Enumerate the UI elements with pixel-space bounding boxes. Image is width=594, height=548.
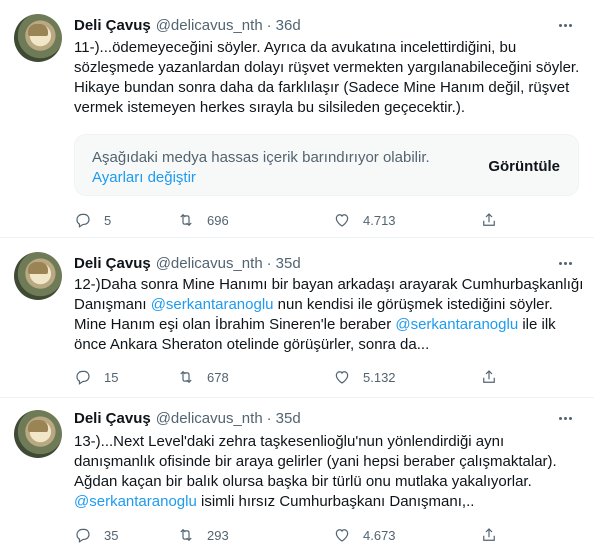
like-count: 4.673 [363,527,396,543]
retweet-button[interactable]: 696 [177,210,229,230]
more-icon[interactable] [554,253,576,273]
text-segment: isimli hırsız Cumhurbaşkanı Danışmanı,.. [196,493,475,510]
reply-count: 5 [104,212,112,228]
share-icon [483,370,495,383]
tweet-text-line: 13-)...Next Level'daki zehra taşkesenlio… [74,432,584,452]
sensitive-media-warning: Aşağıdaki medya hassas içerik barındırıy… [74,134,579,196]
reply-icon [76,370,90,385]
separator: · [266,16,272,34]
text-segment: Danışmanı [74,296,151,313]
warning-message: Aşağıdaki medya hassas içerik barındırıy… [92,149,430,166]
text-segment: vermek istemeyen herkes sırayla bu silsi… [74,99,465,116]
mention-link[interactable]: @serkantaranoglu [74,493,197,510]
tweet-text-line: sözleşmede yazanlardan dolayı rüşvet ver… [74,58,584,78]
text-segment: 12-)Daha sonra Mine Hanımı bir bayan ark… [74,276,584,293]
change-settings-link[interactable]: Ayarları değiştir [92,169,196,186]
separator: · [266,254,272,272]
more-icon[interactable] [554,408,576,428]
text-segment: Mine Hanım eşi olan İbrahim Sineren'le b… [74,316,396,333]
tweet-actions: 5 696 4.713 [74,210,504,230]
tweet-text-line: 11-)...ödemeyeceğini söyler. Ayrıca da a… [74,38,584,58]
tweet-text: 13-)...Next Level'daki zehra taşkesenlio… [74,432,584,512]
timestamp[interactable]: 36d [276,17,301,34]
tweet-text-line: Danışmanı @serkantaranoglu nun kendisi i… [74,295,584,315]
author-handle[interactable]: @delicavus_nth [156,17,263,34]
view-button[interactable]: Görüntüle [488,158,560,175]
author-name[interactable]: Deli Çavuş [74,17,151,34]
text-segment: nun kendisi ile görüşmek istediğini söyl… [273,296,553,313]
text-segment: 11-)...ödemeyeceğini söyler. Ayrıca da a… [74,39,517,56]
tweet-text-line: Ağdan kaçan bir balık olursa başka bir t… [74,472,584,492]
tweet-text: 11-)...ödemeyeceğini söyler. Ayrıca da a… [74,38,584,118]
share-button[interactable] [480,525,498,545]
share-icon [483,213,495,226]
share-button[interactable] [480,210,498,230]
mention-link[interactable]: @serkantaranoglu [151,296,274,313]
reply-count: 15 [104,369,119,385]
avatar[interactable] [14,252,62,300]
tweet-text-line: @serkantaranoglu isimli hırsız Cumhurbaş… [74,492,584,512]
author-handle[interactable]: @delicavus_nth [156,255,263,272]
reply-button[interactable]: 35 [74,525,118,545]
like-count: 5.132 [363,369,396,385]
tweet-text-line: 12-)Daha sonra Mine Hanımı bir bayan ark… [74,275,584,295]
reply-icon [76,213,90,228]
text-segment: sözleşmede yazanlardan dolayı rüşvet ver… [74,59,580,76]
heart-icon [335,529,349,542]
share-button[interactable] [480,367,498,387]
mention-link[interactable]: @serkantaranoglu [395,316,518,333]
tweet-text-line: önce Ankara Sheraton otelinde görüşürler… [74,335,584,355]
author-handle[interactable]: @delicavus_nth [156,410,263,427]
retweet-icon [180,528,192,542]
heart-icon [335,371,349,384]
text-segment: Hikaye bundan sonra daha da farklılaşır … [74,79,570,96]
reply-button[interactable]: 15 [74,367,118,387]
text-segment: 13-)...Next Level'daki zehra taşkesenlio… [74,433,505,450]
avatar[interactable] [14,410,62,458]
tweet-text: 12-)Daha sonra Mine Hanımı bir bayan ark… [74,275,584,355]
retweet-count: 293 [207,527,229,543]
like-button[interactable]: 4.673 [333,525,396,545]
tweet-header: Deli Çavuş @delicavus_nth · 36d [74,15,301,35]
retweet-button[interactable]: 293 [177,525,229,545]
tweet-text-line: Hikaye bundan sonra daha da farklılaşır … [74,78,584,98]
reply-count: 35 [104,527,119,543]
retweet-count: 678 [207,369,229,385]
reply-button[interactable]: 5 [74,210,111,230]
tweet-text-line: vermek istemeyen herkes sırayla bu silsi… [74,98,584,118]
author-name[interactable]: Deli Çavuş [74,255,151,272]
text-segment: Ağdan kaçan bir balık olursa başka bir t… [74,473,532,490]
share-icon [483,528,495,541]
avatar[interactable] [14,14,62,62]
separator: · [266,409,272,427]
reply-icon [76,528,90,543]
text-segment: önce Ankara Sheraton otelinde görüşürler… [74,336,430,353]
tweet-actions: 35 293 4.673 [74,525,504,545]
tweet-actions: 15 678 5.132 [74,367,504,387]
heart-icon [335,214,349,227]
tweet-header: Deli Çavuş @delicavus_nth · 35d [74,408,301,428]
tweet-header: Deli Çavuş @delicavus_nth · 35d [74,253,301,273]
author-name[interactable]: Deli Çavuş [74,410,151,427]
tweet-text-line: Mine Hanım eşi olan İbrahim Sineren'le b… [74,315,584,335]
more-icon[interactable] [554,15,576,35]
timestamp[interactable]: 35d [276,410,301,427]
tweet[interactable]: Deli Çavuş @delicavus_nth · 35d 13-)...N… [0,398,594,548]
like-button[interactable]: 4.713 [333,210,396,230]
retweet-icon [180,213,192,227]
retweet-button[interactable]: 678 [177,367,229,387]
retweet-count: 696 [207,212,229,228]
text-segment: ile ilk [518,316,556,333]
like-count: 4.713 [363,212,396,228]
tweet[interactable]: Deli Çavuş @delicavus_nth · 36d 11-)...ö… [0,0,594,238]
tweet-text-line: danışmanlık ofisinde bir araya gelirler … [74,452,584,472]
retweet-icon [180,370,192,384]
like-button[interactable]: 5.132 [333,367,396,387]
tweet[interactable]: Deli Çavuş @delicavus_nth · 35d 12-)Daha… [0,238,594,398]
text-segment: danışmanlık ofisinde bir araya gelirler … [74,453,557,470]
timestamp[interactable]: 35d [276,255,301,272]
